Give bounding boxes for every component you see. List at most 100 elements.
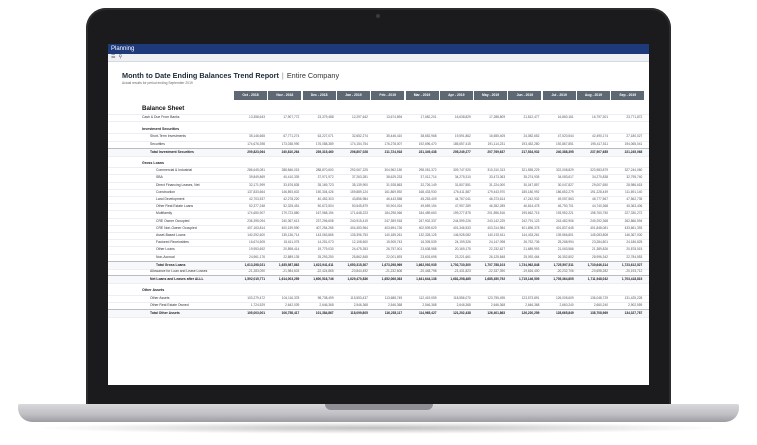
table-row[interactable]: Total Other Assets 105,003,001 106,758,417…	[108, 309, 649, 319]
table-cell: 22,001,893	[386, 254, 403, 259]
table-cell: 193,452,280	[521, 141, 540, 146]
column-header[interactable]: Jul - 2019	[542, 91, 576, 100]
table-cell: 237,907,685	[590, 149, 608, 154]
table-row[interactable]: Total Investment Securities 209,823,064 24…	[108, 147, 649, 157]
table-cell: 1,614,003,259	[278, 277, 300, 282]
table-cell: 35,169,723	[317, 182, 334, 187]
table-cell: -20,232,706	[556, 269, 574, 273]
table-cell: 323,983,879	[590, 168, 608, 173]
row-label: CRE Non-Owner Occupied	[156, 225, 197, 230]
row-label: Total Other Assets	[150, 311, 180, 315]
table-cell: 243,142,225	[487, 218, 506, 223]
table-cell: 321,555,229	[521, 168, 540, 173]
table-cell: 137,833,664	[247, 189, 265, 194]
column-header[interactable]: Jan - 2019	[336, 91, 370, 100]
table-cell: 401,837,645	[555, 225, 574, 230]
table-cell: 98,738,499	[317, 295, 334, 300]
table-row[interactable]: Cash & Due From Banks 13,358,643 17,907,77…	[108, 114, 649, 123]
laptop-notch	[325, 404, 433, 410]
table-cell: 49,057,563	[557, 197, 574, 201]
table-cell: 30,047,857	[523, 182, 540, 187]
table-cell: 21,812,477	[523, 115, 540, 119]
table-cell: 126,220,259	[521, 311, 540, 315]
table-cell: 322,008,829	[555, 168, 574, 173]
table-cell: 37,971,972	[317, 175, 334, 180]
table-cell: 112,419,059	[419, 295, 437, 300]
table-cell: 26,352,802	[557, 254, 574, 259]
laptop-shadow	[30, 422, 727, 434]
column-header[interactable]: Nov - 2018	[268, 91, 302, 100]
table-cell: -20,698,282	[590, 269, 608, 273]
column-header[interactable]: Jun - 2019	[508, 91, 542, 100]
table-cell: 37,012,714	[420, 175, 437, 180]
column-header[interactable]: Apr - 2019	[439, 91, 473, 100]
table-cell: 167,968,194	[315, 211, 334, 216]
table-cell: 24,961,176	[249, 254, 265, 259]
table-cell: 247,359,918	[384, 218, 403, 223]
table-cell: 23,603,698	[420, 254, 437, 259]
table-cell: 185,180,992	[521, 189, 540, 194]
table-cell: 2,642,039	[285, 302, 300, 307]
table-cell: 140,192,611	[487, 233, 506, 237]
table-cell: 227,330,272	[624, 211, 643, 216]
table-cell: 46,814,478	[523, 204, 540, 209]
row-label: Other Real Estate Loans	[156, 204, 194, 209]
table-cell: 186,652,279	[555, 189, 574, 194]
column-header[interactable]: Feb - 2019	[371, 91, 405, 100]
table-cell: 47,562,735	[626, 197, 643, 201]
title-separator: |	[281, 71, 284, 80]
table-cell: -22,337,390	[488, 269, 506, 273]
table-cell: 24,199,326	[454, 240, 471, 245]
table-cell: 23,221,661	[454, 254, 471, 259]
table-cell: 221,245,068	[624, 149, 643, 154]
table-cell: 211,724,918	[384, 149, 403, 154]
table-cell: 26,752,736	[523, 240, 540, 245]
table-cell: 407,254,265	[315, 225, 334, 230]
row-label: Net Loans and Leases after ALLL	[150, 277, 204, 282]
table-cell: 298,051,372	[418, 168, 437, 173]
table-row[interactable]: Net Loans and Leases after ALLL 1,592,015…	[108, 275, 649, 285]
table-cell: 288,846,015	[281, 168, 300, 173]
table-cell: 45,363,406	[626, 204, 643, 209]
column-header[interactable]: Aug - 2019	[577, 91, 610, 100]
menu-icon[interactable]: ☰	[111, 54, 115, 61]
table-header: Oct - 2018 Nov - 2018 Dec - 2018 Jan - 2019…	[234, 91, 646, 100]
table-cell: 40,410,339	[283, 175, 300, 180]
table-cell: 52,325,451	[283, 204, 300, 209]
table-cell: 179,723,880	[281, 211, 300, 216]
filter-icon[interactable]: ⚲	[118, 54, 122, 61]
table-cell: 171,648,223	[350, 211, 368, 216]
column-header[interactable]: Dec - 2018	[302, 91, 336, 100]
table-cell: 15,905,743	[386, 240, 403, 245]
table-cell: 402,509,629	[418, 225, 437, 230]
table-cell: 101,384,867	[315, 311, 334, 315]
table-cell: 193,952,221	[555, 211, 574, 216]
table-cell: 128,665,849	[555, 311, 574, 315]
table-cell: 146,928,082	[453, 233, 471, 237]
table-cell: 192,696,470	[418, 141, 437, 146]
column-header[interactable]: Sep - 2019	[611, 91, 645, 100]
camera-icon	[376, 14, 380, 18]
table-cell: 206,807,028	[350, 149, 368, 154]
table-cell: 25,293,250	[317, 254, 334, 259]
table-cell: 38,652,968	[420, 134, 437, 139]
table-cell: 146,367,000	[624, 233, 643, 237]
row-label: Construction	[156, 189, 176, 194]
table-cell: 42,490,174	[592, 134, 608, 139]
table-cell: 140,292,600	[247, 233, 265, 237]
table-cell: 403,694,726	[384, 225, 403, 230]
row-label: CRE Owner Occupied	[156, 218, 190, 223]
table-cell: 1,711,948,032	[587, 277, 608, 282]
table-cell: 244,599,226	[453, 218, 471, 223]
table-cell: 45,253,409	[420, 197, 437, 201]
table-cell: 39,849,869	[249, 175, 265, 180]
table-cell: 191,114,231	[487, 141, 506, 146]
column-header[interactable]: Oct - 2018	[234, 91, 267, 100]
table-cell: 52,377,248	[249, 204, 265, 209]
column-header[interactable]: Mar - 2019	[405, 91, 439, 100]
table-cell: 184,298,066	[384, 211, 403, 216]
table-cell: 19,779,030	[317, 247, 334, 252]
row-label: Asset-Based Loans	[156, 233, 186, 237]
column-header[interactable]: May - 2019	[474, 91, 508, 100]
row-label: Securities	[150, 141, 165, 146]
